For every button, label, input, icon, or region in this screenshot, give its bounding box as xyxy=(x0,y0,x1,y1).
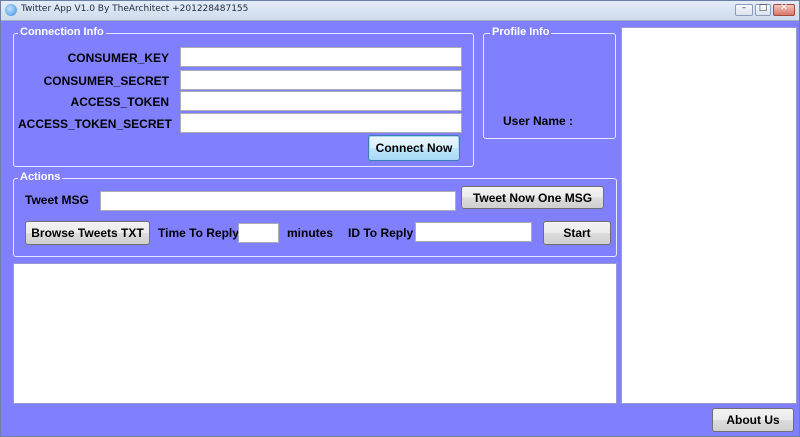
consumer-key-label: CONSUMER_KEY xyxy=(67,51,169,65)
id-to-reply-field[interactable] xyxy=(415,222,532,242)
tweet-msg-field[interactable] xyxy=(100,191,456,211)
access-token-secret-label: ACCESS_TOKEN_SECRET xyxy=(18,117,172,131)
window-title: Twitter App V1.0 By TheArchitect +201228… xyxy=(21,4,249,14)
consumer-secret-field[interactable] xyxy=(180,70,462,90)
close-button[interactable]: ✕ xyxy=(773,3,795,16)
minimize-button[interactable]: – xyxy=(735,3,753,16)
actions-legend: Actions xyxy=(18,171,63,183)
maximize-icon: □ xyxy=(758,3,768,13)
consumer-key-field[interactable] xyxy=(180,47,462,67)
time-to-reply-field[interactable] xyxy=(238,223,279,243)
minimize-icon: – xyxy=(741,3,747,13)
consumer-secret-label: CONSUMER_SECRET xyxy=(43,74,169,88)
app-window: Twitter App V1.0 By TheArchitect +201228… xyxy=(0,0,800,437)
minutes-label: minutes xyxy=(287,226,334,240)
connection-info-legend: Connection Info xyxy=(18,26,106,38)
start-button[interactable]: Start xyxy=(543,221,611,245)
time-to-reply-label: Time To Reply xyxy=(158,226,239,240)
profile-info-legend: Profile Info xyxy=(490,26,552,38)
access-token-secret-field[interactable] xyxy=(180,113,462,133)
log-output-panel[interactable] xyxy=(13,263,617,404)
user-name-label: User Name : xyxy=(503,114,574,128)
connection-info-group: Connection Info CONSUMER_KEY CONSUMER_SE… xyxy=(13,26,474,167)
profile-image-panel xyxy=(621,27,797,404)
about-us-button[interactable]: About Us xyxy=(712,408,794,432)
access-token-field[interactable] xyxy=(180,91,462,111)
browse-tweets-button[interactable]: Browse Tweets TXT xyxy=(25,221,150,245)
maximize-button[interactable]: □ xyxy=(755,3,771,16)
actions-group: Actions Tweet MSG Tweet Now One MSG Brow… xyxy=(13,171,617,257)
close-icon: ✕ xyxy=(780,3,788,13)
profile-info-group: Profile Info User Name : xyxy=(483,26,616,139)
title-bar[interactable]: Twitter App V1.0 By TheArchitect +201228… xyxy=(1,1,799,21)
connect-now-button[interactable]: Connect Now xyxy=(368,135,460,161)
access-token-label: ACCESS_TOKEN xyxy=(70,95,169,109)
tweet-msg-label: Tweet MSG xyxy=(25,193,89,207)
app-icon xyxy=(5,4,17,16)
id-to-reply-label: ID To Reply xyxy=(348,226,414,240)
tweet-now-button[interactable]: Tweet Now One MSG xyxy=(461,186,604,209)
